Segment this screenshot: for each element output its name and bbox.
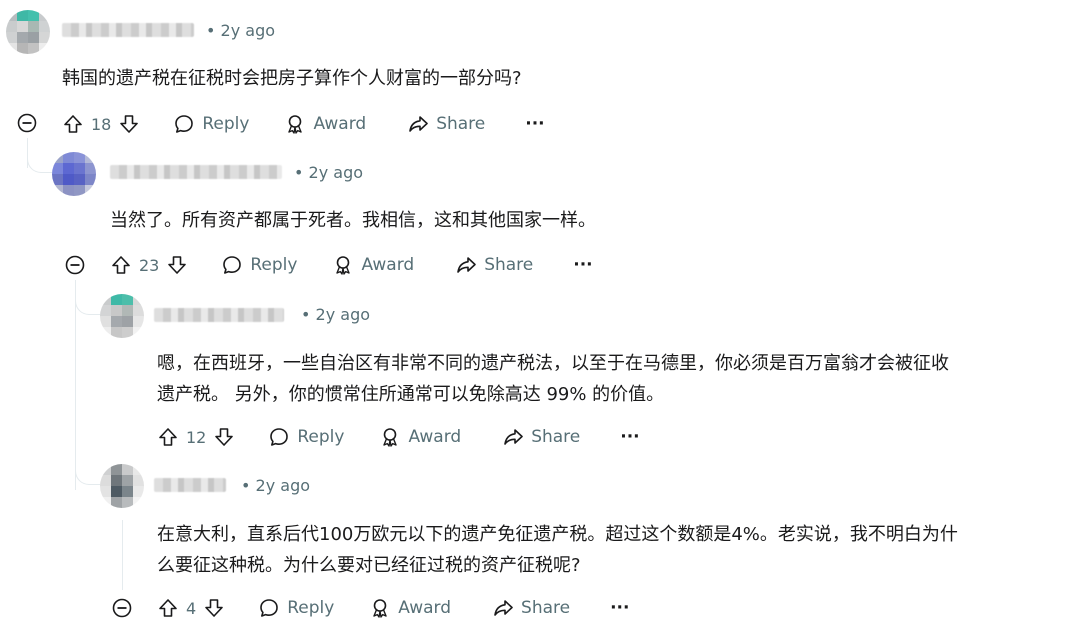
comment-text-line: 当然了。所有资产都属于死者。我相信，这和其他国家一样。 xyxy=(110,210,596,231)
comment-body: 嗯，在西班牙，一些自治区有非常不同的遗产税法，以至于在马德里，你必须是百万富翁才… xyxy=(157,348,1072,410)
comment-text-line: 嗯，在西班牙，一些自治区有非常不同的遗产税法，以至于在马德里，你必须是百万富翁才… xyxy=(157,353,949,374)
username-redacted[interactable] xyxy=(62,23,194,37)
thread-branch-c2 xyxy=(27,150,52,173)
comment-timestamp: • 2y ago xyxy=(241,476,311,495)
reply-label: Reply xyxy=(202,114,250,134)
avatar[interactable] xyxy=(6,10,50,54)
share-arrow-icon xyxy=(457,257,477,273)
award-label: Award xyxy=(361,255,415,275)
comment-timestamp: • 2y ago xyxy=(206,21,276,40)
comment-timestamp: • 2y ago xyxy=(294,163,364,182)
comment-body: 当然了。所有资产都属于死者。我相信，这和其他国家一样。 xyxy=(110,205,1060,236)
award-label: Award xyxy=(408,427,462,447)
collapse-circle-minus-icon xyxy=(112,598,132,618)
comment-actions: 18 Reply Award Share ··· xyxy=(62,110,545,138)
vote-group: 23 xyxy=(110,254,188,276)
share-button[interactable]: Share xyxy=(502,426,580,448)
vote-group: 12 xyxy=(157,426,235,448)
share-arrow-icon xyxy=(494,600,513,616)
thread-line-level-2 xyxy=(75,280,76,490)
speech-bubble-icon xyxy=(260,599,278,617)
more-options-button[interactable]: ··· xyxy=(610,598,629,618)
upvote-arrow-icon[interactable] xyxy=(157,597,179,619)
comment-text-line: 在意大利，直系后代100万欧元以下的遗产免征遗产税。超过这个数额是4%。老实说，… xyxy=(157,524,958,545)
reply-label: Reply xyxy=(287,598,335,618)
award-label: Award xyxy=(313,114,367,134)
speech-bubble-icon xyxy=(175,115,194,133)
avatar[interactable] xyxy=(52,152,96,196)
upvote-arrow-icon[interactable] xyxy=(157,426,179,448)
upvote-arrow-icon[interactable] xyxy=(62,113,84,135)
share-button[interactable]: Share xyxy=(407,113,485,135)
username-redacted[interactable] xyxy=(154,478,226,492)
avatar[interactable] xyxy=(100,464,144,508)
ellipsis-icon: ··· xyxy=(620,427,640,447)
username-redacted[interactable] xyxy=(154,308,284,322)
award-label: Award xyxy=(398,598,452,618)
collapse-thread-button[interactable] xyxy=(112,598,132,618)
share-button[interactable]: Share xyxy=(492,597,570,619)
vote-count: 12 xyxy=(186,427,207,447)
comment-body: 在意大利，直系后代100万欧元以下的遗产免征遗产税。超过这个数额是4%。老实说，… xyxy=(157,519,1072,581)
share-label: Share xyxy=(521,598,571,618)
downvote-arrow-icon[interactable] xyxy=(118,113,140,135)
reply-button[interactable]: Reply xyxy=(221,254,297,276)
award-ribbon-icon xyxy=(288,115,303,134)
award-ribbon-icon xyxy=(373,599,387,618)
comment-actions: 4 Reply Award Share ··· xyxy=(157,594,629,622)
speech-bubble-icon xyxy=(223,256,242,274)
more-options-button[interactable]: ··· xyxy=(525,114,544,134)
award-button[interactable]: Award xyxy=(369,597,451,619)
reply-button[interactable]: Reply xyxy=(258,597,334,619)
share-label: Share xyxy=(436,114,486,134)
speech-bubble-icon xyxy=(270,428,289,446)
share-button[interactable]: Share xyxy=(455,254,533,276)
more-options-button[interactable]: ··· xyxy=(620,427,639,447)
share-arrow-icon xyxy=(504,429,524,445)
award-ribbon-icon xyxy=(336,256,351,275)
downvote-arrow-icon[interactable] xyxy=(166,254,188,276)
comment-actions: 23 Reply Award Share ··· xyxy=(110,251,593,279)
collapse-thread-button[interactable] xyxy=(65,255,85,275)
comment-text-line: 遗产税。 另外，你的惯常住所通常可以免除高达 99% 的价值。 xyxy=(157,384,665,405)
comment-actions: 12 Reply Award Share ··· xyxy=(157,423,640,451)
comment-text-line: 么要征这种税。为什么要对已经征过税的资产征税呢? xyxy=(157,555,581,576)
award-button[interactable]: Award xyxy=(284,113,366,135)
award-button[interactable]: Award xyxy=(379,426,461,448)
reply-label: Reply xyxy=(250,255,298,275)
reply-label: Reply xyxy=(297,427,345,447)
ellipsis-icon: ··· xyxy=(610,598,630,618)
comment-timestamp: • 2y ago xyxy=(301,305,371,324)
avatar[interactable] xyxy=(100,294,144,338)
downvote-arrow-icon[interactable] xyxy=(213,426,235,448)
vote-count: 23 xyxy=(139,255,160,275)
vote-count: 4 xyxy=(186,598,197,618)
thread-branch-c4 xyxy=(75,462,101,485)
share-label: Share xyxy=(484,255,534,275)
share-label: Share xyxy=(531,427,581,447)
collapse-circle-minus-icon xyxy=(65,255,85,275)
collapse-circle-minus-icon xyxy=(17,113,37,133)
ellipsis-icon: ··· xyxy=(525,114,545,134)
vote-group: 4 xyxy=(157,597,225,619)
thread-line-level-3 xyxy=(122,520,123,590)
upvote-arrow-icon[interactable] xyxy=(110,254,132,276)
downvote-arrow-icon[interactable] xyxy=(203,597,225,619)
ellipsis-icon: ··· xyxy=(573,255,593,275)
comment-text-line: 韩国的遗产税在征税时会把房子算作个人财富的一部分吗? xyxy=(62,68,522,89)
collapse-thread-button[interactable] xyxy=(17,113,37,133)
award-button[interactable]: Award xyxy=(332,254,414,276)
comment-body: 韩国的遗产税在征税时会把房子算作个人财富的一部分吗? xyxy=(62,63,1062,94)
reply-button[interactable]: Reply xyxy=(268,426,344,448)
reply-button[interactable]: Reply xyxy=(173,113,249,135)
username-redacted[interactable] xyxy=(110,165,282,179)
vote-count: 18 xyxy=(91,114,112,134)
share-arrow-icon xyxy=(409,116,429,132)
more-options-button[interactable]: ··· xyxy=(573,255,592,275)
thread-branch-c3 xyxy=(75,292,101,315)
award-ribbon-icon xyxy=(383,428,398,447)
vote-group: 18 xyxy=(62,113,140,135)
